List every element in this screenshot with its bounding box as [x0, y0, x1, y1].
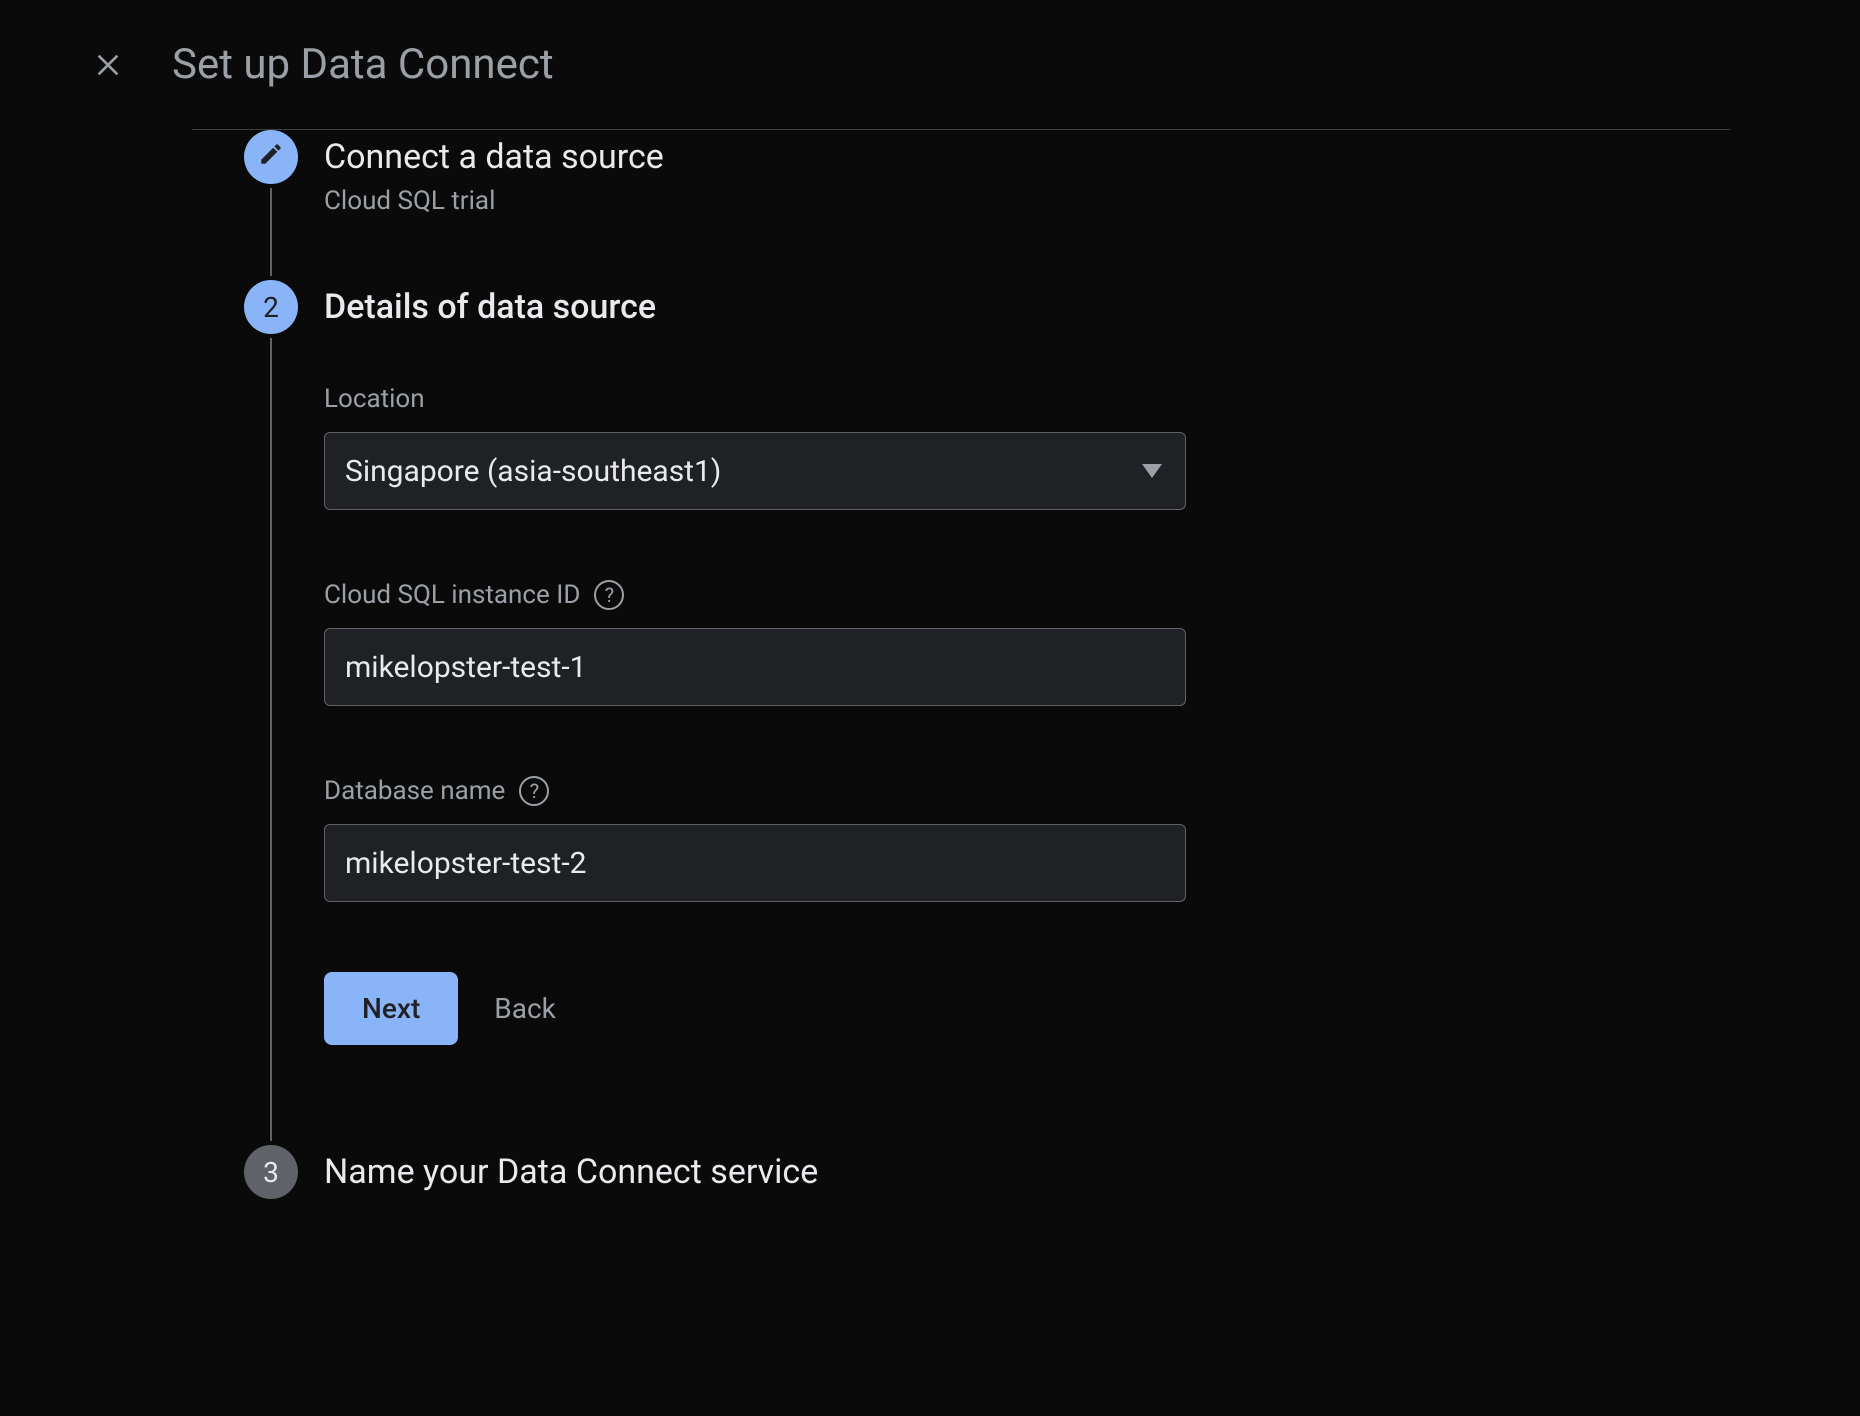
step-1-subtitle: Cloud SQL trial: [324, 186, 1860, 216]
step-name-service: 3 Name your Data Connect service: [244, 1145, 1860, 1219]
database-name-label: Database name: [324, 776, 505, 806]
step-connector: [270, 188, 272, 276]
step-1-title: Connect a data source: [324, 130, 1860, 184]
next-button[interactable]: Next: [324, 972, 458, 1045]
instance-id-label: Cloud SQL instance ID: [324, 580, 580, 610]
pencil-icon: [258, 141, 284, 174]
step-3-circle: 3: [244, 1145, 298, 1199]
location-select[interactable]: Singapore (asia-southeast1): [324, 432, 1186, 510]
location-label: Location: [324, 384, 1860, 414]
step-connect-data-source: Connect a data source Cloud SQL trial: [244, 130, 1860, 280]
database-name-input[interactable]: [324, 824, 1186, 902]
instance-id-input[interactable]: [324, 628, 1186, 706]
step-2-number: 2: [263, 291, 279, 324]
step-3-title: Name your Data Connect service: [324, 1145, 1860, 1199]
back-button[interactable]: Back: [494, 972, 556, 1045]
step-connector: [270, 338, 272, 1141]
help-icon[interactable]: ?: [594, 580, 624, 610]
help-icon[interactable]: ?: [519, 776, 549, 806]
page-title: Set up Data Connect: [172, 40, 554, 89]
step-2-circle: 2: [244, 280, 298, 334]
step-details-data-source: 2 Details of data source Location Singap…: [244, 280, 1860, 1145]
close-icon[interactable]: [92, 49, 124, 81]
step-2-title: Details of data source: [324, 280, 1860, 334]
step-3-number: 3: [263, 1156, 279, 1189]
step-1-circle[interactable]: [244, 130, 298, 184]
